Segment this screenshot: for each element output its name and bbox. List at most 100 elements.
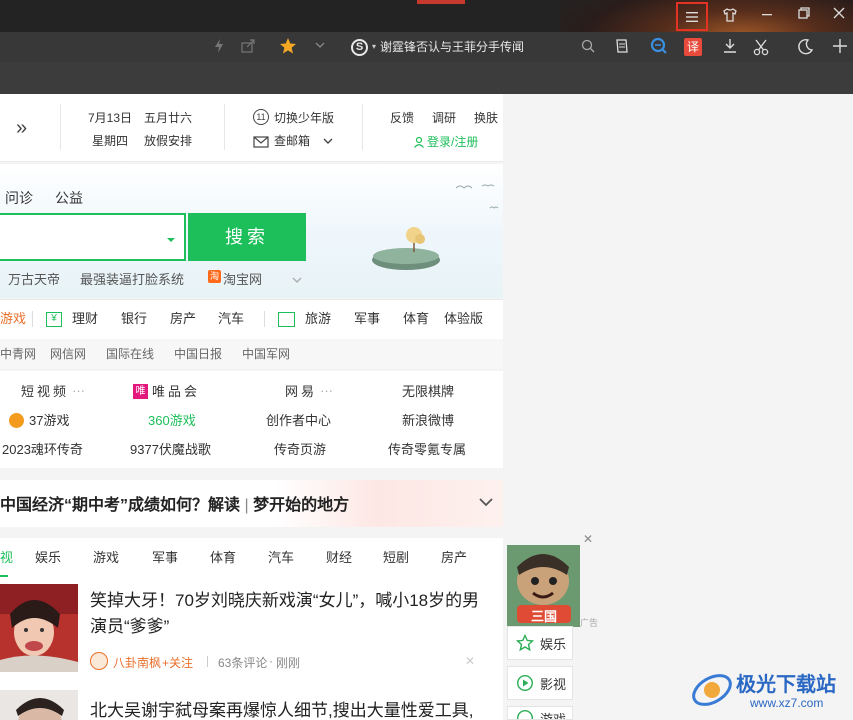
- side-video-button[interactable]: 影视: [507, 666, 573, 700]
- nav-sports[interactable]: 体育: [403, 299, 429, 339]
- restore-icon[interactable]: [797, 6, 815, 24]
- feed-tab[interactable]: 娱乐: [35, 538, 61, 578]
- divider: [32, 311, 33, 327]
- news-source[interactable]: 八卦南枫: [113, 654, 161, 671]
- site-link[interactable]: 新浪微博: [402, 412, 454, 430]
- news-title[interactable]: 北大吴谢宇弑母案再爆惊人细节,搜出大量性爱工具,: [90, 698, 492, 720]
- site-link[interactable]: 唯品会: [152, 383, 200, 401]
- more-icon[interactable]: ···: [72, 382, 85, 400]
- feed-tab[interactable]: 房产: [441, 538, 467, 578]
- reader-icon[interactable]: [614, 38, 632, 56]
- holiday-link[interactable]: 放假安排: [144, 133, 192, 149]
- nav-auto[interactable]: 汽车: [218, 299, 244, 339]
- dismiss-news-icon[interactable]: ✕: [465, 654, 475, 668]
- search-dropdown-icon[interactable]: [166, 231, 176, 249]
- feed-tab-video[interactable]: 视: [0, 538, 13, 578]
- chevron-down-icon[interactable]: [478, 495, 494, 513]
- headline-tail[interactable]: 梦开始的地方: [253, 497, 349, 514]
- chevron-down-icon[interactable]: [322, 134, 334, 152]
- search-icon[interactable]: [580, 38, 598, 56]
- site-link[interactable]: 传奇零氪专属: [388, 441, 466, 459]
- nav-military[interactable]: 军事: [354, 299, 380, 339]
- search-tab-charity[interactable]: 公益: [55, 188, 83, 208]
- nav-finance[interactable]: 理财: [72, 299, 98, 339]
- feed-tab[interactable]: 财经: [326, 538, 352, 578]
- comment-count[interactable]: 63条评论: [218, 654, 267, 671]
- feed-tab[interactable]: 军事: [152, 538, 178, 578]
- trend-text[interactable]: 谢霆锋否认与王菲分手传闻: [380, 38, 524, 56]
- headline-main[interactable]: 中国经济“期中考”成绩如何？解读: [0, 497, 240, 514]
- nav-travel[interactable]: 旅游: [305, 299, 331, 339]
- kids-mode-link[interactable]: 切换少年版: [274, 110, 334, 126]
- ad-text: 三国: [531, 609, 558, 624]
- site-link[interactable]: 短视频: [21, 383, 69, 401]
- skin-shirt-icon[interactable]: [722, 7, 740, 25]
- share-icon[interactable]: [240, 38, 258, 56]
- chevron-down-icon[interactable]: [313, 38, 331, 56]
- news-thumbnail[interactable]: [0, 584, 78, 672]
- main-menu-button[interactable]: [676, 2, 708, 31]
- search-button[interactable]: 搜索: [188, 213, 306, 261]
- source-avatar[interactable]: [90, 652, 108, 670]
- new-tab-icon[interactable]: [831, 37, 849, 55]
- survey-link[interactable]: 调研: [432, 110, 456, 126]
- hot-search-link[interactable]: 淘宝网: [223, 269, 262, 288]
- side-games-button[interactable]: 游戏: [507, 706, 573, 720]
- scissors-icon[interactable]: [752, 37, 770, 56]
- side-entertainment-button[interactable]: 娱乐: [507, 626, 573, 660]
- news-title[interactable]: 笑掉大牙！70岁刘晓庆新戏演“女儿”，喊小18岁的男演员“爹爹”: [90, 588, 492, 640]
- download-icon[interactable]: [721, 37, 739, 55]
- login-link[interactable]: 登录/注册: [427, 134, 478, 150]
- game-ad-banner[interactable]: 三国: [507, 545, 580, 627]
- feedback-link[interactable]: 反馈: [390, 110, 414, 126]
- lightning-icon[interactable]: [212, 38, 230, 56]
- media-link[interactable]: 网信网: [50, 339, 86, 369]
- nav-beta[interactable]: 体验版: [444, 299, 483, 339]
- media-link[interactable]: 中国日报: [174, 339, 222, 369]
- site-link[interactable]: 360游戏: [148, 412, 196, 430]
- search-engine-trend[interactable]: S ▾ 谢霆锋否认与王菲分手传闻: [351, 38, 524, 56]
- hot-search-link[interactable]: 万古天帝: [8, 269, 60, 288]
- feed-tab[interactable]: 短剧: [383, 538, 409, 578]
- site-link[interactable]: 网易: [285, 383, 317, 401]
- date-text: 7月13日: [88, 111, 133, 125]
- skin-link[interactable]: 换肤: [474, 110, 498, 126]
- media-link[interactable]: 中青网: [0, 339, 36, 369]
- more-icon[interactable]: ···: [320, 382, 333, 400]
- feed-tab[interactable]: 体育: [210, 538, 236, 578]
- nav-games[interactable]: 游戏: [0, 299, 26, 339]
- chevron-down-icon[interactable]: [291, 272, 303, 290]
- site-link[interactable]: 创作者中心: [266, 412, 331, 430]
- site-link[interactable]: 无限棋牌: [402, 383, 454, 401]
- site-link[interactable]: 9377伏魔战歌: [130, 441, 211, 459]
- meta-dot: ·: [269, 654, 273, 668]
- user-icon: [413, 135, 425, 153]
- minimize-icon[interactable]: [760, 7, 778, 25]
- feed-tab[interactable]: 汽车: [268, 538, 294, 578]
- translate-icon[interactable]: 译: [684, 38, 702, 56]
- close-window-icon[interactable]: [832, 6, 850, 24]
- news-thumbnail[interactable]: [0, 690, 78, 720]
- search-input[interactable]: [0, 213, 186, 261]
- site-link[interactable]: 2023魂环传奇: [2, 441, 83, 459]
- follow-button[interactable]: +关注: [162, 654, 193, 671]
- ad-close-icon[interactable]: ✕: [583, 532, 593, 546]
- hot-search-link[interactable]: 最强装逼打脸系统: [80, 269, 184, 288]
- nav-bank[interactable]: 银行: [121, 299, 147, 339]
- search-e-icon[interactable]: [650, 37, 668, 55]
- favorite-star-icon[interactable]: [279, 37, 297, 55]
- side-button-label: 游戏: [540, 712, 567, 720]
- search-tab-consult[interactable]: 问诊: [5, 188, 33, 208]
- mail-link[interactable]: 查邮箱: [274, 133, 310, 149]
- expand-sidebar-icon[interactable]: »: [16, 117, 27, 139]
- site-link[interactable]: 37游戏: [29, 412, 69, 430]
- night-mode-icon[interactable]: [796, 38, 814, 56]
- feed-tab[interactable]: 游戏: [93, 538, 119, 578]
- site-link[interactable]: 传奇页游: [274, 441, 326, 459]
- watermark-url: www.xz7.com: [750, 696, 824, 710]
- headline-text[interactable]: 中国经济“期中考”成绩如何？解读 | 梦开始的地方: [0, 491, 349, 515]
- media-link[interactable]: 中国军网: [242, 339, 290, 369]
- media-link[interactable]: 国际在线: [106, 339, 154, 369]
- divider: [264, 311, 265, 327]
- nav-housing[interactable]: 房产: [170, 299, 196, 339]
